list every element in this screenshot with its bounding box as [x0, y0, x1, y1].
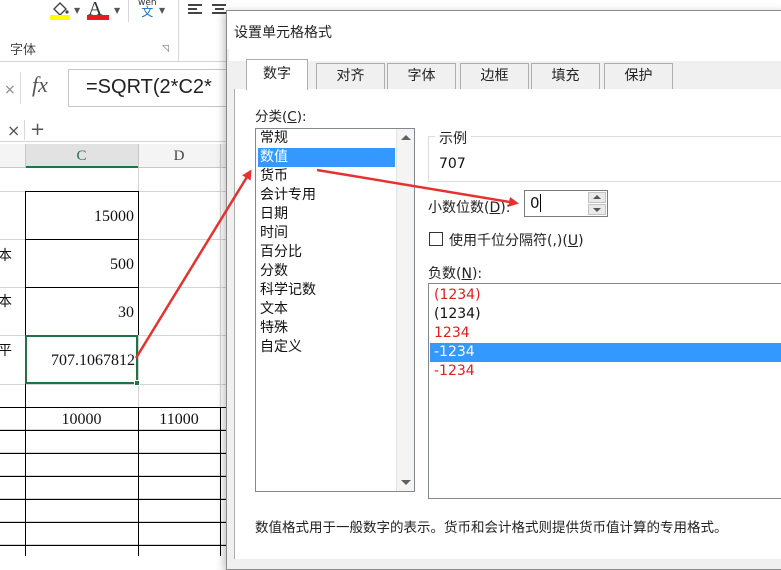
add-sheet-icon[interactable]: + [30, 119, 45, 140]
align-left-icon[interactable] [188, 4, 202, 16]
cell-c-value[interactable]: 10000 [25, 411, 138, 429]
decimal-places-stepper[interactable] [588, 192, 606, 215]
sample-value: 707 [439, 156, 466, 172]
phonetic-char: 文 [141, 5, 154, 19]
column-header-c[interactable]: C [25, 144, 138, 168]
format-cells-dialog: 设置单元格格式 数字 对齐 字体 边框 填充 保护 分类(C): 常规 数值 货… [226, 10, 781, 570]
insert-function-icon[interactable]: fx [32, 72, 48, 98]
negative-numbers-label: 负数(N): [428, 266, 483, 282]
decrement-icon[interactable] [588, 204, 606, 215]
phonetic-dropdown-icon[interactable]: ▼ [159, 6, 165, 15]
align-center-icon[interactable] [212, 4, 226, 16]
sample-group [428, 136, 781, 182]
category-item-date[interactable]: 日期 [258, 205, 395, 224]
dialog-titlebar[interactable]: 设置单元格格式 [227, 11, 781, 49]
active-cell-border [25, 335, 138, 384]
scroll-up-icon[interactable] [401, 135, 411, 140]
cancel-formula-icon[interactable]: × [4, 82, 16, 98]
font-color-swatch [87, 15, 109, 20]
format-description: 数值格式用于一般数字的表示。货币和会计格式则提供货币值计算的专用格式。 [255, 520, 728, 536]
category-item-accounting[interactable]: 会计专用 [258, 186, 395, 205]
tab-alignment[interactable]: 对齐 [316, 63, 385, 89]
category-item-scientific[interactable]: 科学记数 [258, 281, 395, 300]
font-group-label: 字体 [10, 43, 37, 58]
fill-color-dropdown-icon[interactable]: ▼ [74, 6, 80, 15]
dialog-tab-strip [229, 49, 781, 61]
fill-handle[interactable] [134, 380, 140, 386]
thousands-separator-label[interactable]: 使用千位分隔符(,)(U) [449, 230, 584, 250]
fill-color-swatch [50, 15, 70, 20]
category-label: 分类(C): [255, 109, 307, 125]
decimal-places-label: 小数位数(D): [428, 200, 511, 216]
tab-fill[interactable]: 填充 [531, 63, 600, 89]
category-item-time[interactable]: 时间 [258, 224, 395, 243]
dialog-title: 设置单元格格式 [234, 25, 332, 41]
row-label-fragment: 本 [0, 294, 12, 310]
scroll-down-icon[interactable] [401, 480, 411, 485]
font-dialog-launcher-icon[interactable]: ◹ [162, 44, 169, 54]
decimal-places-value: 0 [530, 194, 540, 212]
cell-c-value[interactable]: 15000 [27, 208, 134, 226]
tab-number[interactable]: 数字 [246, 59, 308, 90]
increment-icon[interactable] [588, 192, 606, 203]
phonetic-guide-icon[interactable]: wén 文 [138, 0, 157, 21]
tab-protection[interactable]: 保护 [604, 63, 673, 89]
negative-numbers-list[interactable]: (1234) (1234) 1234 -1234 -1234 [428, 283, 781, 499]
category-list[interactable]: 常规 数值 货币 会计专用 日期 时间 百分比 分数 科学记数 文本 特殊 自定… [255, 128, 415, 492]
negative-option[interactable]: (1234) [430, 286, 781, 305]
row-label-fragment: 本 [0, 248, 12, 264]
category-item-text[interactable]: 文本 [258, 300, 395, 319]
row-label-fragment: 平 [0, 343, 12, 359]
negative-option[interactable]: 1234 [430, 324, 781, 343]
category-scrollbar[interactable] [396, 129, 414, 491]
cell-c-value[interactable]: 30 [27, 304, 134, 322]
category-item-currency[interactable]: 货币 [258, 167, 395, 186]
negative-option[interactable]: -1234 [430, 362, 781, 381]
tab-font[interactable]: 字体 [387, 63, 456, 89]
category-item-special[interactable]: 特殊 [258, 319, 395, 338]
tab-border[interactable]: 边框 [460, 63, 529, 89]
category-item-percentage[interactable]: 百分比 [258, 243, 395, 262]
formula-text: =SQRT(2*C2* [86, 76, 212, 98]
category-item-custom[interactable]: 自定义 [258, 338, 395, 357]
font-color-dropdown-icon[interactable]: ▼ [114, 6, 120, 15]
category-item-general[interactable]: 常规 [258, 129, 395, 148]
category-item-number[interactable]: 数值 [258, 148, 395, 167]
negative-option[interactable]: (1234) [430, 305, 781, 324]
text-cursor [540, 194, 541, 212]
thousands-separator-checkbox[interactable] [429, 232, 443, 246]
negative-option-selected[interactable]: -1234 [430, 343, 781, 362]
cell-d-value[interactable]: 11000 [138, 411, 220, 429]
column-header-d[interactable]: D [138, 144, 220, 168]
close-sheet-icon[interactable]: × [7, 121, 20, 140]
cell-c-value[interactable]: 500 [27, 256, 134, 274]
sample-label: 示例 [435, 128, 471, 148]
category-item-fraction[interactable]: 分数 [258, 262, 395, 281]
